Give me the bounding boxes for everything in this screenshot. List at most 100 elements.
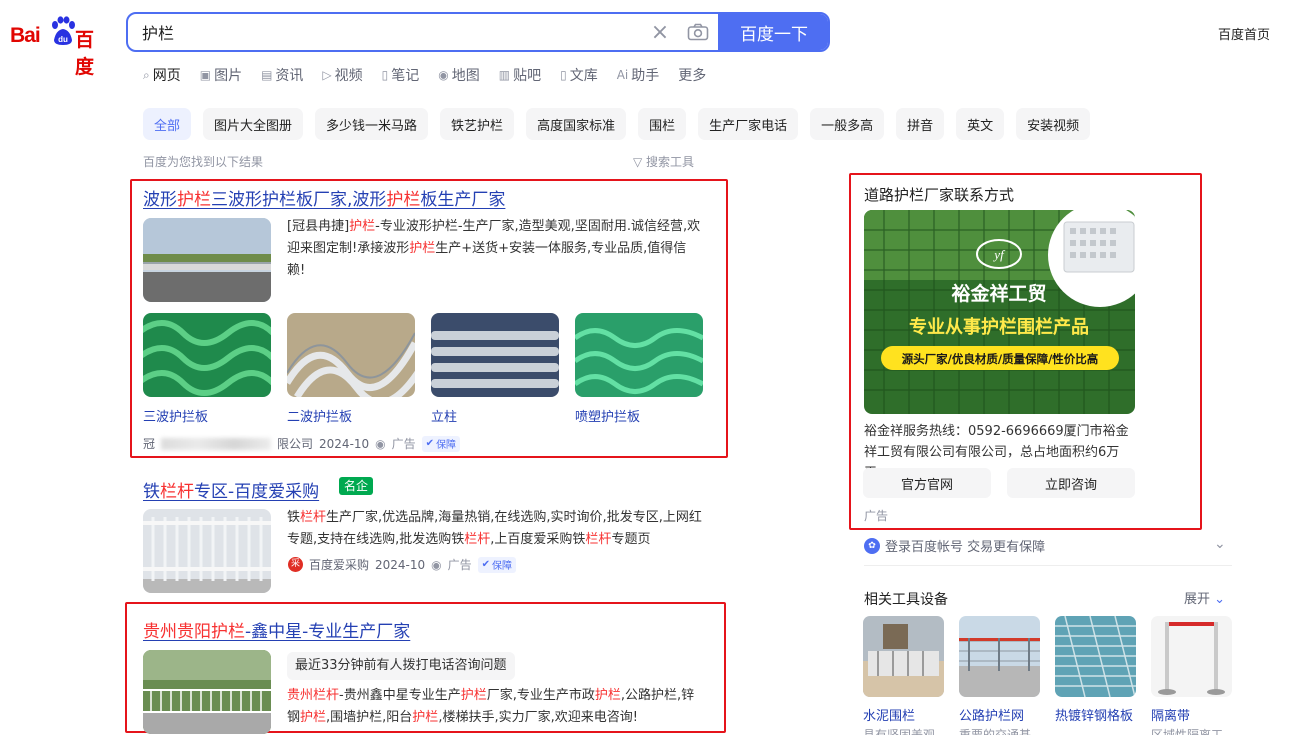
ad-image-features: 源头厂家/优良材质/质量保障/性价比高 — [901, 352, 1099, 366]
related-item-name[interactable]: 热镀锌钢格板 — [1055, 705, 1139, 724]
consult-now-button[interactable]: 立即咨询 — [1007, 468, 1135, 498]
divider — [864, 565, 1232, 566]
result-thumbnail[interactable] — [143, 509, 271, 593]
chip[interactable]: 多少钱一米马路 — [315, 108, 429, 140]
product-image[interactable] — [287, 313, 415, 397]
result-title[interactable]: 贵州贵阳护栏-鑫中星-专业生产厂家 — [143, 617, 410, 642]
title-seg: 板生产厂家 — [420, 190, 506, 210]
source-name-start: 冠 — [143, 437, 156, 451]
related-item-desc: 区域性隔离工 — [1151, 728, 1224, 735]
famous-company-badge: 名企 — [339, 477, 374, 495]
result-title[interactable]: 波形护栏三波形护栏板厂家,波形护栏板生产厂家 — [143, 185, 505, 210]
dot-icon: ◉ — [431, 557, 442, 572]
login-prompt[interactable]: ✿ 登录百度帐号 交易更有保障 — [864, 536, 1045, 555]
related-item-name[interactable]: 公路护栏网 — [959, 705, 1024, 724]
product-caption[interactable]: 三波护拦板 — [143, 406, 208, 425]
product-caption[interactable]: 立柱 — [431, 406, 457, 425]
abstract-highlight: 贵州 — [287, 688, 314, 703]
related-item-image[interactable] — [1151, 616, 1232, 697]
tab-web[interactable]: ⌕ 网页 — [143, 64, 181, 86]
dot-icon: ◉ — [375, 436, 386, 451]
tab-map[interactable]: ◉ 地图 — [438, 64, 479, 86]
related-item-image[interactable] — [959, 616, 1040, 697]
tab-label: 视频 — [334, 68, 363, 84]
tab-label: 更多 — [678, 68, 707, 84]
official-site-button[interactable]: 官方官网 — [863, 468, 991, 498]
search-input[interactable]: 护栏 — [128, 20, 642, 44]
ad-card-title[interactable]: 道路护栏厂家联系方式 — [864, 184, 1014, 205]
related-item-name[interactable]: 隔离带 — [1151, 705, 1190, 724]
chip[interactable]: 英文 — [956, 108, 1005, 140]
login-text: 登录百度帐号 交易更有保障 — [885, 540, 1046, 555]
abstract-seg: 厂家,专业生产市政 — [486, 688, 595, 703]
chevron-down-icon[interactable]: ⌄ — [1214, 536, 1226, 552]
tab-video[interactable]: ▷ 视频 — [322, 64, 362, 86]
baidu-logo[interactable]: Bai du 百度 — [8, 14, 112, 78]
ai-icon: Ai — [616, 68, 629, 82]
result-date: 2024-10 — [375, 557, 426, 572]
chip[interactable]: 生产厂家电话 — [698, 108, 799, 140]
related-item-image[interactable] — [863, 616, 944, 697]
abstract-highlight: 护栏 — [349, 219, 376, 234]
abstract-highlight: 护栏 — [412, 710, 439, 725]
chip[interactable]: 安装视频 — [1016, 108, 1091, 140]
tab-images[interactable]: ▣ 图片 — [200, 64, 242, 86]
expand-button[interactable]: 展开 ⌄ — [1184, 588, 1225, 607]
ad-image[interactable]: yf 裕金祥工贸 专业从事护栏围栏产品 源头厂家/优良材质/质量保障/性价比高 — [864, 210, 1135, 414]
tab-label: 贴吧 — [513, 68, 542, 84]
abstract-seg: ,围墙护栏,阳台 — [326, 710, 413, 725]
guarantee-label: 保障 — [436, 440, 457, 451]
search-icon: ⌕ — [143, 67, 150, 82]
tab-label: 助手 — [631, 68, 660, 84]
abstract-seg: 专题页 — [611, 532, 651, 547]
result-thumbnail[interactable] — [143, 650, 271, 734]
chip[interactable]: 围栏 — [638, 108, 687, 140]
chip[interactable]: 一般多高 — [810, 108, 885, 140]
news-icon: ▤ — [261, 68, 273, 82]
tab-notes[interactable]: ▯ 笔记 — [382, 64, 420, 86]
abstract-seg: -贵州鑫中星专业生产 — [339, 688, 461, 703]
tab-label: 笔记 — [391, 68, 420, 84]
title-highlight: 护栏 — [386, 190, 421, 210]
chip[interactable]: 铁艺护栏 — [440, 108, 515, 140]
chip[interactable]: 图片大全图册 — [203, 108, 304, 140]
tab-news[interactable]: ▤ 资讯 — [261, 64, 303, 86]
title-highlight: 栏杆 — [160, 482, 194, 502]
result-title[interactable]: 铁栏杆专区-百度爱采购 — [143, 477, 319, 502]
camera-icon[interactable] — [678, 23, 718, 41]
result-abstract: [冠县冉捷]护栏-专业波形护栏-生产厂家,造型美观,坚固耐用.诚信经营,欢迎来图… — [287, 216, 702, 282]
guarantee-badge[interactable]: ✔ 保障 — [477, 556, 517, 573]
guarantee-badge[interactable]: ✔ 保障 — [421, 435, 461, 452]
close-icon[interactable]: × — [642, 20, 678, 45]
related-item-desc: 重要的交通基 — [959, 728, 1032, 735]
result-abstract: 贵州栏杆-贵州鑫中星专业生产护栏厂家,专业生产市政护栏,公路护栏,锌钢护栏,围墙… — [287, 685, 707, 729]
product-caption[interactable]: 喷塑护拦板 — [575, 406, 640, 425]
abstract-seg: ,上百度爱采购铁 — [490, 532, 586, 547]
abstract-seg: ,楼梯扶手,实力厂家,欢迎来电咨询! — [438, 710, 638, 725]
video-icon: ▷ — [322, 68, 332, 82]
blurred-source — [161, 437, 272, 450]
tab-label: 图片 — [214, 68, 243, 84]
product-caption[interactable]: 二波护拦板 — [287, 406, 352, 425]
product-image[interactable] — [431, 313, 559, 397]
chip-all[interactable]: 全部 — [143, 108, 192, 140]
title-seg: 波形 — [143, 190, 177, 210]
related-item-name[interactable]: 水泥围栏 — [863, 705, 915, 724]
product-image[interactable] — [575, 313, 703, 397]
abstract-highlight: 护栏 — [594, 688, 621, 703]
tab-more[interactable]: 更多 — [678, 64, 706, 86]
search-tools[interactable]: ▽ 搜索工具 — [633, 153, 694, 170]
baidu-home-link[interactable]: 百度首页 — [1218, 24, 1270, 43]
chip[interactable]: 拼音 — [896, 108, 945, 140]
related-item-image[interactable] — [1055, 616, 1136, 697]
tab-assistant[interactable]: Ai 助手 — [617, 64, 660, 86]
shield-icon: ✔ — [425, 438, 435, 449]
chip[interactable]: 高度国家标准 — [526, 108, 627, 140]
result-thumbnail[interactable] — [143, 218, 271, 302]
tab-tieba[interactable]: ▥ 贴吧 — [499, 64, 541, 86]
result-date: 2024-10 — [319, 436, 370, 451]
product-image[interactable] — [143, 313, 271, 397]
tab-wenku[interactable]: ▯ 文库 — [560, 64, 598, 86]
source-name: 百度爱采购 — [309, 558, 370, 572]
search-button[interactable]: 百度一下 — [718, 14, 828, 50]
